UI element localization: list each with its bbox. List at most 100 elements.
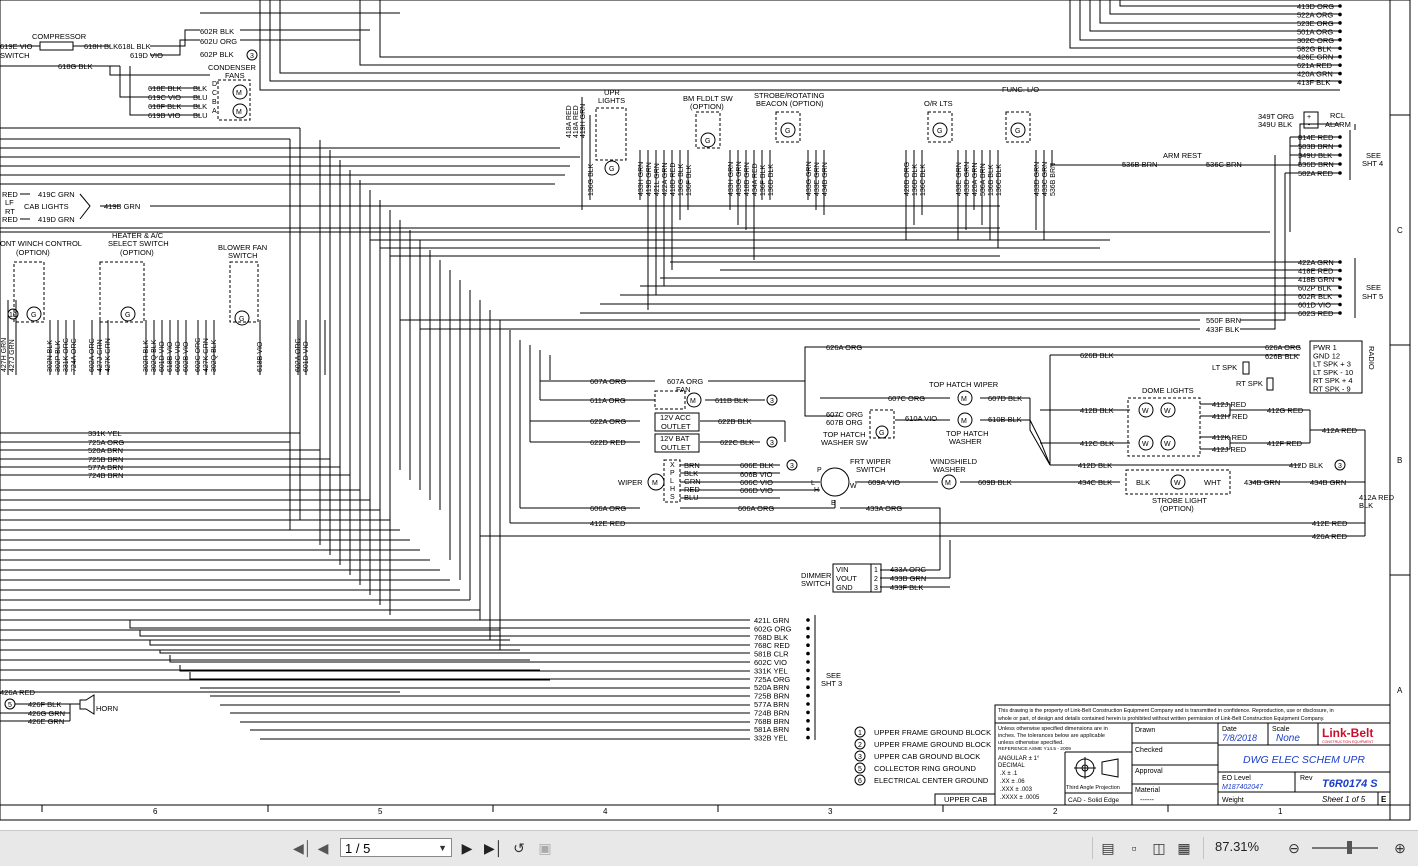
- single-page-icon[interactable]: ▤: [1100, 839, 1116, 857]
- svg-text:Date: Date: [1222, 726, 1237, 733]
- svg-text:BLK: BLK: [1359, 501, 1373, 510]
- next-page-button[interactable]: ▶: [460, 839, 474, 857]
- svg-text:C: C: [212, 90, 217, 97]
- svg-text:433B GRN: 433B GRN: [890, 574, 926, 583]
- svg-text:G: G: [125, 312, 130, 319]
- svg-text:M: M: [961, 396, 967, 403]
- svg-text:434C BLK: 434C BLK: [1078, 478, 1112, 487]
- wire-terminal: [806, 727, 810, 731]
- wire-terminal: [1338, 311, 1342, 315]
- svg-text:3: 3: [770, 398, 774, 405]
- wire-terminal: [806, 693, 810, 698]
- svg-text:(OPTION): (OPTION): [1160, 504, 1194, 513]
- wiper-pin-label: L: [670, 478, 674, 485]
- svg-text:M: M: [690, 398, 696, 405]
- zoom-slider[interactable]: [1312, 847, 1378, 849]
- wire-label: 136D BLK: [768, 164, 775, 196]
- svg-text:G: G: [879, 430, 884, 437]
- svg-text:CONSTRUCTION EQUIPMENT: CONSTRUCTION EQUIPMENT: [1322, 740, 1374, 744]
- svg-text:ARM REST: ARM REST: [1163, 151, 1202, 160]
- wire-label: 602P BLK: [200, 50, 234, 59]
- wiring-diagram: 6 5 4 3 2 1 C B A COMPRESSOR 619E VIO SW…: [0, 0, 1411, 821]
- wire-label: 433H GRN: [728, 162, 735, 196]
- svg-text:RCL: RCL: [1330, 111, 1345, 120]
- svg-text:W: W: [850, 483, 857, 490]
- svg-text:G: G: [31, 312, 36, 319]
- svg-text:------: ------: [1140, 797, 1155, 804]
- top-vertical-wire-labels: 418A RED 418A RED 419H GRN136G BLK 433H GRN…: [566, 104, 1057, 196]
- svg-text:12V BAT: 12V BAT: [660, 434, 690, 443]
- svg-text:Rev: Rev: [1300, 775, 1313, 782]
- svg-text:Approval: Approval: [1135, 768, 1163, 775]
- wire-label: 618F BLK: [148, 102, 181, 111]
- wire-terminal: [806, 735, 810, 740]
- svg-text:G: G: [785, 128, 790, 135]
- svg-text:622D RED: 622D RED: [590, 438, 626, 447]
- wire-label: 536D BRN: [1298, 160, 1334, 169]
- page-number-select[interactable]: 1 / 5 ▼: [340, 838, 452, 857]
- zone-label: C: [1397, 226, 1403, 235]
- svg-text:607C ORG: 607C ORG: [888, 394, 925, 403]
- compressor-label: COMPRESSOR: [32, 32, 87, 41]
- svg-text:WASHER SW: WASHER SW: [821, 438, 869, 447]
- wire-label: 618L BLK: [118, 42, 151, 51]
- zoom-slider-thumb[interactable]: [1347, 841, 1352, 854]
- ground-legend: 1 UPPER FRAME GROUND BLOCK 2 UPPER FRAME GR…: [854, 726, 991, 786]
- two-page-icon[interactable]: ◫: [1151, 839, 1167, 857]
- wire-label: 349U BLK: [1298, 151, 1332, 160]
- svg-text:(OPTION): (OPTION): [16, 248, 50, 257]
- svg-text:W: W: [1164, 441, 1171, 448]
- rotate-view-icon[interactable]: ↺: [510, 839, 528, 857]
- svg-text:412F RED: 412F RED: [1267, 439, 1303, 448]
- wire-terminal: [1338, 80, 1342, 84]
- svg-text:412G RED: 412G RED: [1267, 406, 1304, 415]
- wire-terminal: [1338, 21, 1342, 25]
- zoom-in-icon[interactable]: ⊕: [1392, 839, 1408, 857]
- first-page-button[interactable]: ◀│: [293, 839, 313, 857]
- wire-label: 419C GRN: [38, 190, 75, 199]
- wire-label: 422A GRN: [662, 163, 669, 196]
- svg-text:WASHER: WASHER: [949, 437, 982, 446]
- svg-text:426A RED: 426A RED: [1312, 532, 1348, 541]
- svg-text:LT SPK: LT SPK: [1212, 363, 1237, 372]
- svg-text:434B GRN: 434B GRN: [1310, 478, 1346, 487]
- wire-terminal: [1338, 144, 1342, 148]
- svg-text:RT SPK: RT SPK: [1236, 379, 1263, 388]
- wire-label: 332B YEL: [754, 734, 788, 743]
- wire-label: 618B VIO: [257, 341, 264, 372]
- continuous-page-icon[interactable]: ▫: [1126, 839, 1142, 857]
- svg-text:SWITCH: SWITCH: [801, 579, 831, 588]
- wire-label: 418D RED: [670, 163, 677, 196]
- svg-text:426E GRN: 426E GRN: [28, 717, 64, 726]
- wire-terminal: [806, 685, 810, 689]
- svg-text:724B BRN: 724B BRN: [88, 471, 123, 480]
- svg-text:RADIO: RADIO: [1367, 346, 1376, 370]
- last-page-button[interactable]: ▶│: [484, 839, 504, 857]
- pdf-viewer-toolbar: ◀│ ◀ 1 / 5 ▼ ▶ ▶│ ↺ ▣ ▤ ▫ ◫ ▦ 87.31% ⊖ ⊕: [0, 830, 1418, 866]
- svg-text:WASHER: WASHER: [933, 465, 966, 474]
- fit-view-icon[interactable]: ▣: [536, 839, 554, 857]
- svg-text:whole or part, of design and d: whole or part, of design and details con…: [998, 716, 1324, 722]
- wire-label: 433G GRN: [736, 161, 743, 196]
- wire-terminal: [1338, 285, 1342, 290]
- svg-text:FUNC. L/O: FUNC. L/O: [1002, 85, 1039, 94]
- wire-label: 427J GRN: [9, 339, 16, 372]
- two-page-continuous-icon[interactable]: ▦: [1176, 839, 1192, 857]
- zoom-level[interactable]: 87.31%: [1215, 839, 1259, 854]
- svg-text:536B BRN: 536B BRN: [1122, 160, 1157, 169]
- wire-label: 419B GRN: [104, 202, 140, 211]
- svg-text:606D VIO: 606D VIO: [740, 486, 773, 495]
- svg-text:W: W: [1164, 408, 1171, 415]
- svg-text:W: W: [1142, 408, 1149, 415]
- svg-text:SEE: SEE: [1366, 283, 1381, 292]
- prev-page-button[interactable]: ◀: [316, 839, 330, 857]
- svg-text:LIGHTS: LIGHTS: [598, 96, 625, 105]
- wiper-pin-label: H: [670, 486, 675, 493]
- svg-text:G: G: [705, 138, 710, 145]
- wire-label: 601D VIO: [159, 341, 166, 372]
- zoom-out-icon[interactable]: ⊖: [1286, 839, 1302, 857]
- svg-text:626A ORG: 626A ORG: [1265, 343, 1301, 352]
- legend-number: 3: [858, 754, 862, 761]
- wire-label: 427H GRN: [1, 338, 8, 372]
- svg-text:L: L: [811, 480, 815, 487]
